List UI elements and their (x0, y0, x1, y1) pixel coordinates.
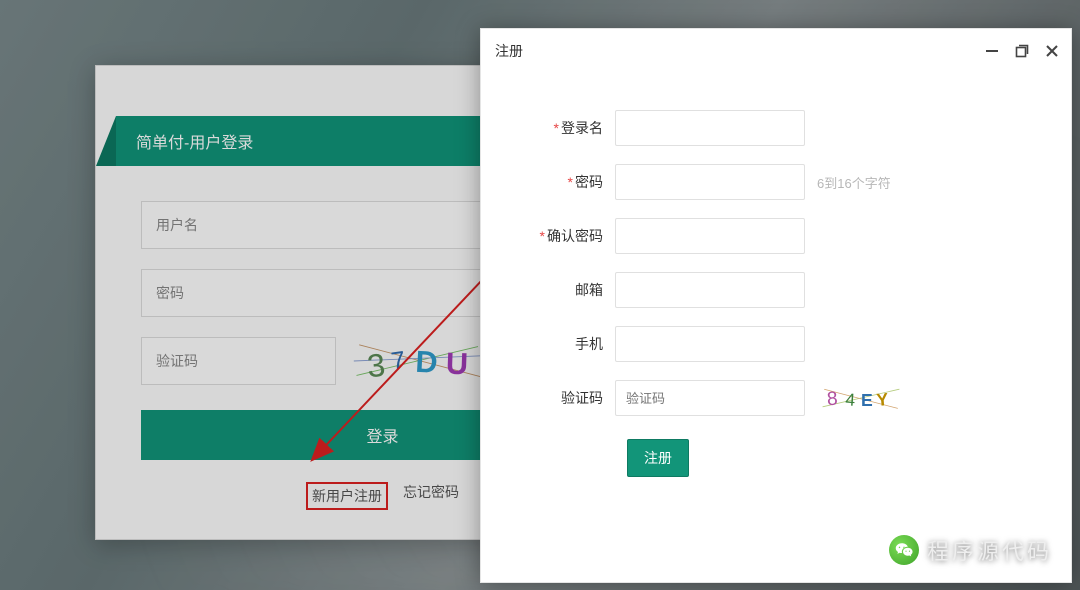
label-password: 密码 (575, 174, 603, 190)
register-password-input[interactable] (615, 164, 805, 200)
modal-title: 注册 (495, 41, 523, 61)
svg-text:E: E (861, 390, 873, 410)
modal-minimize-icon[interactable] (979, 38, 1005, 64)
register-captcha-image[interactable]: 8 4 E Y (821, 383, 901, 413)
register-login-name-input[interactable] (615, 110, 805, 146)
watermark-text: 程序源代码 (927, 534, 1052, 566)
register-email-input[interactable] (615, 272, 805, 308)
label-email: 邮箱 (575, 282, 603, 298)
wechat-icon (889, 535, 919, 565)
label-confirm-password: 确认密码 (547, 228, 603, 244)
modal-titlebar: 注册 (481, 29, 1071, 73)
svg-text:4: 4 (845, 389, 856, 410)
watermark: 程序源代码 (889, 534, 1052, 566)
password-hint: 6到16个字符 (817, 173, 891, 192)
register-confirm-password-input[interactable] (615, 218, 805, 254)
register-phone-input[interactable] (615, 326, 805, 362)
label-phone: 手机 (575, 336, 603, 352)
register-form: *登录名 *密码 6到16个字符 *确认密码 邮箱 手机 验证码 (481, 73, 1071, 582)
label-captcha: 验证码 (561, 390, 603, 406)
modal-close-icon[interactable] (1039, 38, 1065, 64)
modal-maximize-icon[interactable] (1009, 38, 1035, 64)
register-captcha-input[interactable] (615, 380, 805, 416)
svg-text:Y: Y (876, 389, 890, 410)
register-modal: 注册 *登录名 (480, 28, 1072, 583)
label-login-name: 登录名 (561, 120, 603, 136)
register-submit-button[interactable]: 注册 (627, 439, 689, 477)
svg-text:8: 8 (826, 388, 838, 410)
